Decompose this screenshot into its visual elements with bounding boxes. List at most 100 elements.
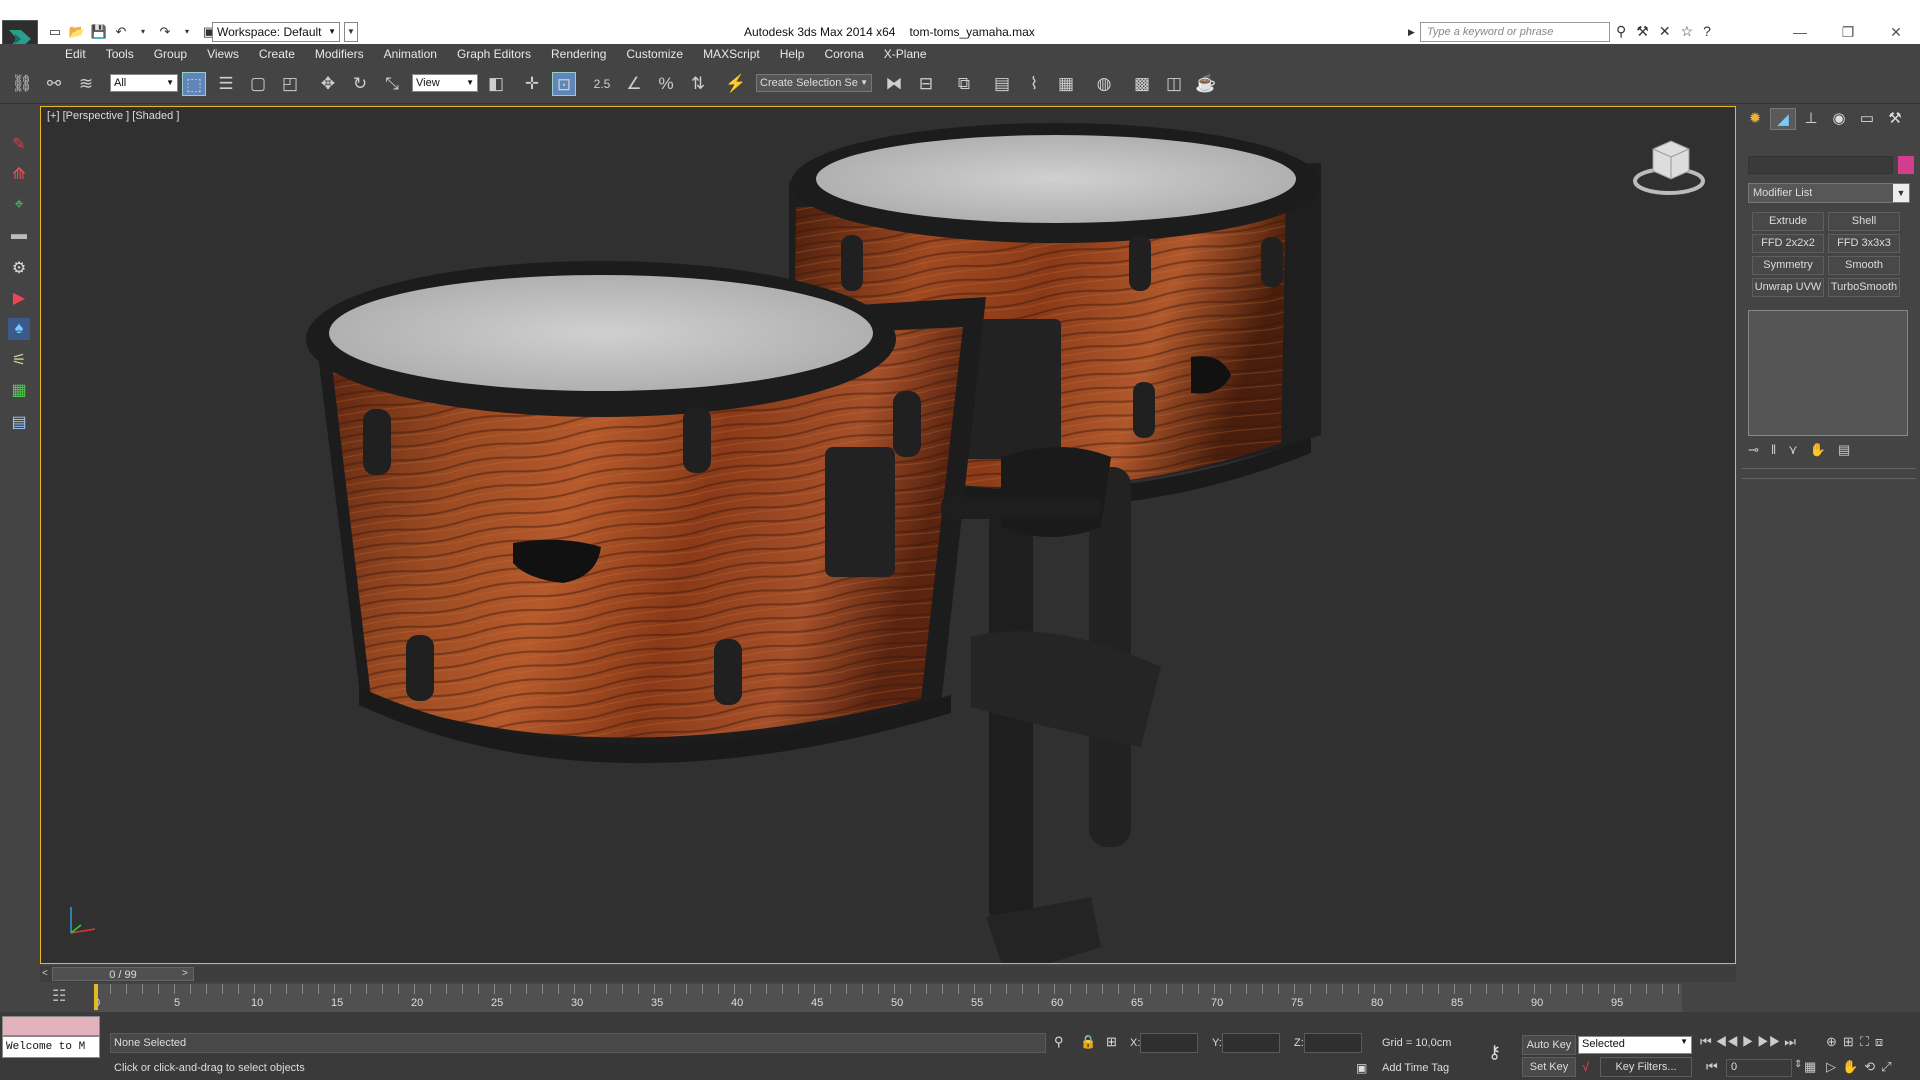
maximize-viewport-icon[interactable]: ⤢ [1881, 1059, 1891, 1075]
tom-stand[interactable] [941, 447, 1161, 964]
modifier-ffd2-button[interactable]: FFD 2x2x2 [1752, 234, 1824, 253]
key-filters-button[interactable]: Key Filters... [1600, 1057, 1692, 1077]
hierarchy-tab-icon[interactable]: ⊥ [1798, 108, 1824, 130]
settings-icon[interactable]: ⚙ [8, 258, 30, 280]
current-frame-marker[interactable] [94, 984, 98, 1010]
angle-snap-icon[interactable]: ∠ [622, 72, 646, 96]
spinner-snap-icon[interactable]: ⇅ [686, 72, 710, 96]
window-crossing-icon[interactable]: ◰ [278, 72, 302, 96]
pan-icon[interactable]: ✋ [1842, 1059, 1858, 1075]
lock-selection-icon[interactable]: 🔒 [1080, 1034, 1096, 1050]
wand-icon[interactable]: ⚟ [8, 350, 30, 372]
menu-animation[interactable]: Animation [374, 44, 447, 64]
menu-modifiers[interactable]: Modifiers [305, 44, 374, 64]
menu-views[interactable]: Views [197, 44, 249, 64]
menu-create[interactable]: Create [249, 44, 305, 64]
key-icon[interactable]: ⚷ [1488, 1042, 1501, 1063]
named-selection-sets-dropdown[interactable]: Create Selection Se ▼ [756, 74, 872, 92]
absolute-mode-icon[interactable]: ⊞ [1106, 1034, 1117, 1050]
redo-dropdown-icon[interactable]: ▾ [178, 23, 196, 41]
object-name-field[interactable] [1748, 156, 1893, 174]
render-production-icon[interactable]: ☕ [1194, 72, 1218, 96]
percent-snap-icon[interactable]: % [654, 72, 678, 96]
default-tangent-icon[interactable]: √ [1582, 1059, 1589, 1074]
y-coordinate-input[interactable] [1222, 1033, 1280, 1053]
mirror-icon[interactable]: ⧓ [882, 72, 906, 96]
modifier-ffd3-button[interactable]: FFD 3x3x3 [1828, 234, 1900, 253]
link-icon[interactable]: ⛓ [10, 72, 34, 96]
utilities-tab-icon[interactable]: ⚒ [1882, 108, 1908, 130]
time-tag-icon[interactable]: ▣ [1356, 1061, 1367, 1075]
x-coordinate-input[interactable] [1140, 1033, 1198, 1053]
undo-icon[interactable]: ↶ [112, 23, 130, 41]
unlink-icon[interactable]: ⚯ [42, 72, 66, 96]
pin-stack-icon[interactable]: ⊸ [1748, 442, 1759, 458]
next-frame-icon[interactable]: ▶▶ [1757, 1034, 1780, 1049]
menu-tools[interactable]: Tools [96, 44, 144, 64]
remove-modifier-icon[interactable]: ✋ [1810, 442, 1826, 458]
create-line-icon[interactable]: ✎ [8, 134, 30, 156]
time-slider[interactable]: < 0 / 99 > [40, 966, 1736, 982]
modifier-unwrap-button[interactable]: Unwrap UVW [1752, 278, 1824, 297]
paint-icon[interactable]: ▶ [8, 288, 30, 310]
plane-icon[interactable]: ▬ [8, 224, 30, 246]
library-icon[interactable]: ▤ [8, 412, 30, 434]
select-manipulate-icon[interactable]: ✛ [520, 72, 544, 96]
align-icon[interactable]: ⊟ [914, 72, 938, 96]
menu-rendering[interactable]: Rendering [541, 44, 616, 64]
redo-icon[interactable]: ↷ [156, 23, 174, 41]
modifier-symmetry-button[interactable]: Symmetry [1752, 256, 1824, 275]
create-tab-icon[interactable]: ✹ [1742, 108, 1768, 130]
time-slider-prev[interactable]: < [42, 966, 48, 982]
tools-icon[interactable]: ⚒ [1636, 23, 1649, 40]
add-time-tag[interactable]: Add Time Tag [1382, 1062, 1449, 1074]
selection-filter-dropdown[interactable]: All ▼ [110, 74, 178, 92]
scale-icon[interactable]: ⤡ [380, 72, 404, 96]
modify-tab-icon[interactable]: ◢ [1770, 108, 1796, 130]
key-mode-dropdown[interactable]: Selected ▼ [1578, 1036, 1692, 1054]
save-icon[interactable]: 💾 [90, 23, 108, 41]
snaps-toggle-icon[interactable]: 2.5 [590, 72, 614, 96]
reference-coordinate-dropdown[interactable]: View ▼ [412, 74, 478, 92]
maxscript-mini-listener[interactable]: Welcome to M [2, 1036, 100, 1058]
time-slider-next[interactable]: > [182, 966, 188, 982]
modifier-list-dropdown[interactable]: Modifier List ▼ [1748, 183, 1910, 203]
z-coordinate-input[interactable] [1304, 1033, 1362, 1053]
workspace-dropdown[interactable]: Workspace: Default ▼ [212, 22, 340, 42]
configure-sets-icon[interactable]: ▤ [1838, 442, 1850, 458]
menu-edit[interactable]: Edit [55, 44, 96, 64]
search-expand-icon[interactable]: ▶ [1408, 22, 1420, 42]
modifier-smooth-button[interactable]: Smooth [1828, 256, 1900, 275]
material-editor-icon[interactable]: ◍ [1092, 72, 1116, 96]
go-to-start-icon[interactable]: ⏮ [1700, 1034, 1712, 1049]
rectangle-selection-icon[interactable]: ▢ [246, 72, 270, 96]
new-icon[interactable]: ▭ [46, 23, 64, 41]
select-by-name-icon[interactable]: ☰ [214, 72, 238, 96]
grid-icon[interactable]: ▦ [8, 380, 30, 402]
menu-group[interactable]: Group [144, 44, 197, 64]
track-bar-menu-icon[interactable]: ☷ [52, 986, 66, 1006]
layer-manager-icon[interactable]: ⧉ [952, 72, 976, 96]
time-slider-thumb[interactable]: 0 / 99 [52, 967, 194, 981]
edit-named-selection-icon[interactable]: ⚡ [724, 72, 748, 96]
render-setup-icon[interactable]: ▩ [1130, 72, 1154, 96]
schematic-view-icon[interactable]: ▦ [1054, 72, 1078, 96]
move-icon[interactable]: ✥ [316, 72, 340, 96]
isolate-icon[interactable]: ⚲ [1054, 1034, 1064, 1050]
make-unique-icon[interactable]: ⋎ [1788, 442, 1798, 458]
undo-dropdown-icon[interactable]: ▾ [134, 23, 152, 41]
auto-key-button[interactable]: Auto Key [1522, 1035, 1576, 1055]
bind-space-warp-icon[interactable]: ≋ [74, 72, 98, 96]
modifier-turbosmooth-button[interactable]: TurboSmooth [1828, 278, 1900, 297]
zoom-icon[interactable]: ⊕ [1826, 1034, 1837, 1050]
keyboard-shortcut-override-icon[interactable]: ⊡ [552, 72, 576, 96]
previous-frame-icon[interactable]: ◀◀ [1715, 1034, 1738, 1049]
object-color-swatch[interactable] [1898, 156, 1914, 174]
workspace-menu-button[interactable]: ▼ [344, 22, 358, 42]
frame-spinner-icon[interactable]: ⇕ [1794, 1059, 1802, 1070]
play-icon[interactable]: ▶ [1742, 1034, 1754, 1049]
rotate-icon[interactable]: ↻ [348, 72, 372, 96]
help-icon[interactable]: ? [1703, 23, 1711, 40]
set-key-button[interactable]: Set Key [1522, 1057, 1576, 1077]
brush-icon[interactable]: ♠ [8, 318, 30, 340]
